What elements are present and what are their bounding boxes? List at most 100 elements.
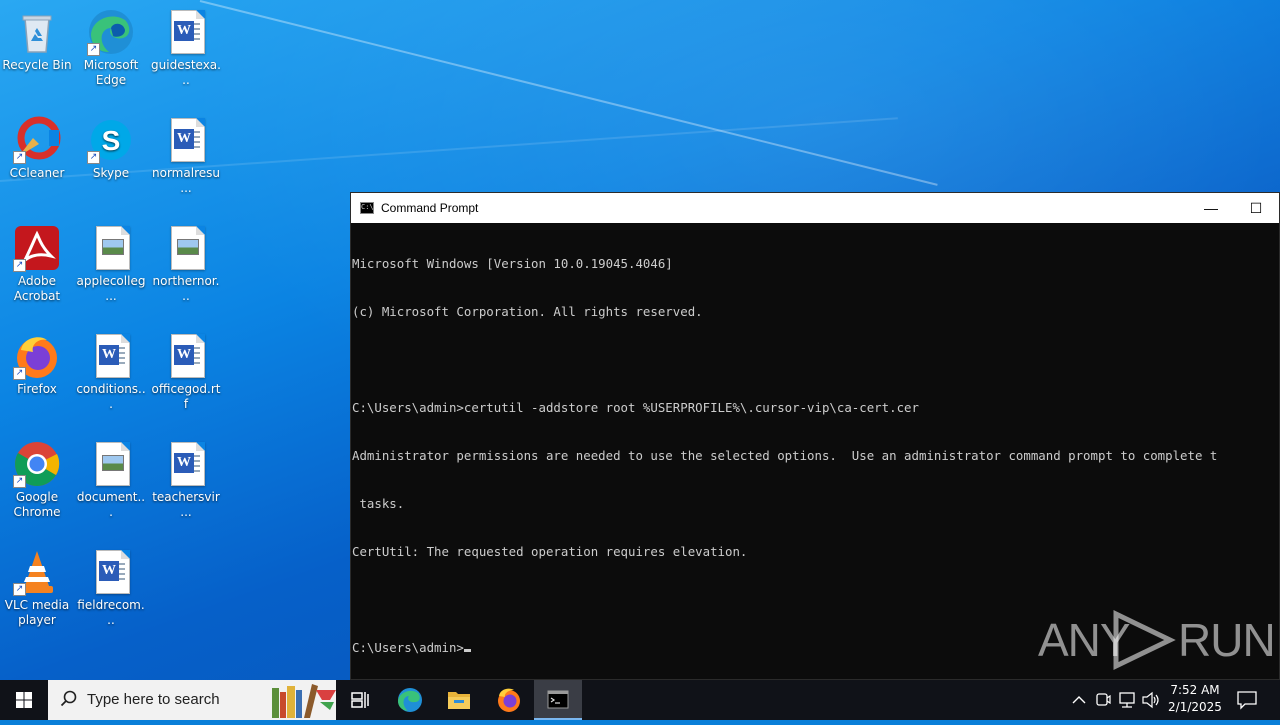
desktop-icon-label: officegod.rtf — [151, 382, 221, 411]
image-file-icon — [87, 224, 135, 272]
desktop-icon-label: applecolleg... — [76, 274, 146, 303]
search-icon — [60, 690, 77, 707]
tray-network[interactable] — [1116, 680, 1138, 720]
console-line: CertUtil: The requested operation requir… — [352, 544, 748, 559]
desktop-icon-skype[interactable]: S ↗ Skype — [74, 110, 148, 181]
desktop-icon-microsoft-edge[interactable]: ↗ Microsoft Edge — [74, 2, 148, 88]
taskbar: Type here to search 7:52 AM 2/1/2025 — [0, 680, 1280, 720]
desktop-icon-label: VLC media player — [4, 598, 70, 627]
skype-icon: S ↗ — [87, 116, 135, 164]
desktop-icon-vlc[interactable]: ↗ VLC media player — [0, 542, 74, 628]
taskbar-clock[interactable]: 7:52 AM 2/1/2025 — [1162, 682, 1228, 716]
desktop-icon-image-file[interactable]: applecolleg... — [74, 218, 148, 304]
notification-icon — [1237, 691, 1257, 710]
desktop-icon-word-document[interactable]: W normalresu... — [149, 110, 223, 196]
desktop-icon-label: fieldrecom... — [77, 598, 145, 627]
watermark-text-right: RUN — [1178, 614, 1276, 666]
tray-volume[interactable] — [1140, 680, 1162, 720]
shortcut-arrow-icon: ↗ — [87, 151, 100, 164]
desktop-icon-label: northernor... — [152, 274, 220, 303]
command-prompt-icon: C:\ — [360, 202, 374, 214]
command-prompt-window[interactable]: C:\ Command Prompt — ☐ Microsoft Windows… — [350, 192, 1280, 680]
desktop-icon-firefox[interactable]: ↗ Firefox — [0, 326, 74, 397]
desktop-icon-label: guidestexa... — [151, 58, 221, 87]
word-document-icon: W — [162, 440, 210, 488]
desktop-icon-ccleaner[interactable]: ↗ CCleaner — [0, 110, 74, 181]
shortcut-arrow-icon: ↗ — [13, 259, 26, 272]
search-placeholder: Type here to search — [87, 691, 220, 708]
speaker-icon — [1142, 691, 1159, 709]
console-line: tasks. — [352, 496, 405, 511]
action-center-button[interactable] — [1236, 690, 1258, 714]
desktop-icon-word-document[interactable]: W conditions... — [74, 326, 148, 412]
shortcut-arrow-icon: ↗ — [87, 43, 100, 56]
tray-meet-now[interactable] — [1093, 680, 1113, 720]
meet-now-icon — [1096, 693, 1111, 706]
start-button[interactable] — [0, 680, 48, 720]
word-document-icon: W — [162, 332, 210, 380]
desktop-icon-label: conditions... — [76, 382, 146, 411]
image-file-icon — [87, 440, 135, 488]
edge-icon: ↗ — [87, 8, 135, 56]
desktop-icon-word-document[interactable]: W officegod.rtf — [149, 326, 223, 412]
taskbar-command-prompt[interactable] — [534, 680, 582, 720]
desktop-icon-word-document[interactable]: W fieldrecom... — [74, 542, 148, 628]
maximize-button[interactable]: ☐ — [1233, 193, 1279, 223]
desktop-icon-label: Adobe Acrobat — [13, 274, 61, 303]
shortcut-arrow-icon: ↗ — [13, 367, 26, 380]
firefox-icon — [498, 688, 520, 712]
recycle-bin-icon — [13, 8, 61, 56]
desktop-icon-word-document[interactable]: W teachersvir... — [149, 434, 223, 520]
taskbar-firefox[interactable] — [485, 680, 533, 720]
desktop-icon-label: document... — [76, 490, 146, 519]
text-cursor — [463, 649, 471, 652]
desktop-icon-image-file[interactable]: northernor... — [149, 218, 223, 304]
clock-date: 2/1/2025 — [1168, 700, 1222, 714]
word-document-icon: W — [162, 116, 210, 164]
window-titlebar[interactable]: C:\ Command Prompt — ☐ — [351, 193, 1279, 223]
folder-icon — [448, 692, 470, 709]
desktop-icon-label: CCleaner — [9, 166, 65, 180]
chevron-up-icon — [1072, 696, 1086, 704]
taskbar-edge[interactable] — [386, 680, 434, 720]
word-document-icon: W — [87, 548, 135, 596]
console-prompt: C:\Users\admin> — [352, 640, 464, 655]
task-view-button[interactable] — [336, 680, 384, 720]
shortcut-arrow-icon: ↗ — [13, 475, 26, 488]
console-line: C:\Users\admin>certutil -addstore root %… — [352, 400, 919, 415]
shortcut-arrow-icon: ↗ — [13, 583, 26, 596]
minimize-button[interactable]: — — [1188, 193, 1234, 223]
vlc-icon: ↗ — [13, 548, 61, 596]
ccleaner-icon: ↗ — [13, 116, 61, 164]
word-document-icon: W — [87, 332, 135, 380]
taskbar-search-box[interactable]: Type here to search — [48, 680, 336, 720]
desktop-icon-word-document[interactable]: W guidestexa... — [149, 2, 223, 88]
desktop-icon-label: Google Chrome — [13, 490, 61, 519]
console-line: (c) Microsoft Corporation. All rights re… — [352, 304, 703, 319]
desktop-icon-label: normalresu... — [152, 166, 220, 195]
desktop-icon-google-chrome[interactable]: ↗ Google Chrome — [0, 434, 74, 520]
edge-icon — [398, 688, 422, 712]
chrome-icon: ↗ — [13, 440, 61, 488]
task-view-icon — [351, 692, 369, 708]
desktop-icon-label: teachersvir... — [152, 490, 220, 519]
desktop-icon-image-file[interactable]: document... — [74, 434, 148, 520]
clock-time: 7:52 AM — [1170, 683, 1220, 697]
desktop-icon-label: Microsoft Edge — [83, 58, 139, 87]
desktop-icon-label: Firefox — [17, 382, 57, 396]
firefox-icon: ↗ — [13, 332, 61, 380]
desktop-icon-recycle-bin[interactable]: Recycle Bin — [0, 2, 74, 73]
search-highlight-books-icon — [272, 684, 336, 718]
desktop-icon-adobe-acrobat[interactable]: ↗ Adobe Acrobat — [0, 218, 74, 304]
taskbar-file-explorer[interactable] — [435, 680, 483, 720]
console-line: Microsoft Windows [Version 10.0.19045.40… — [352, 256, 673, 271]
image-file-icon — [162, 224, 210, 272]
network-icon — [1119, 692, 1135, 708]
show-hidden-icons-button[interactable] — [1068, 680, 1090, 720]
desktop-icon-label: Recycle Bin — [2, 58, 72, 72]
svg-text:S: S — [102, 125, 121, 156]
windows-logo-icon — [16, 692, 32, 708]
desktop-icon-label: Skype — [92, 166, 130, 180]
